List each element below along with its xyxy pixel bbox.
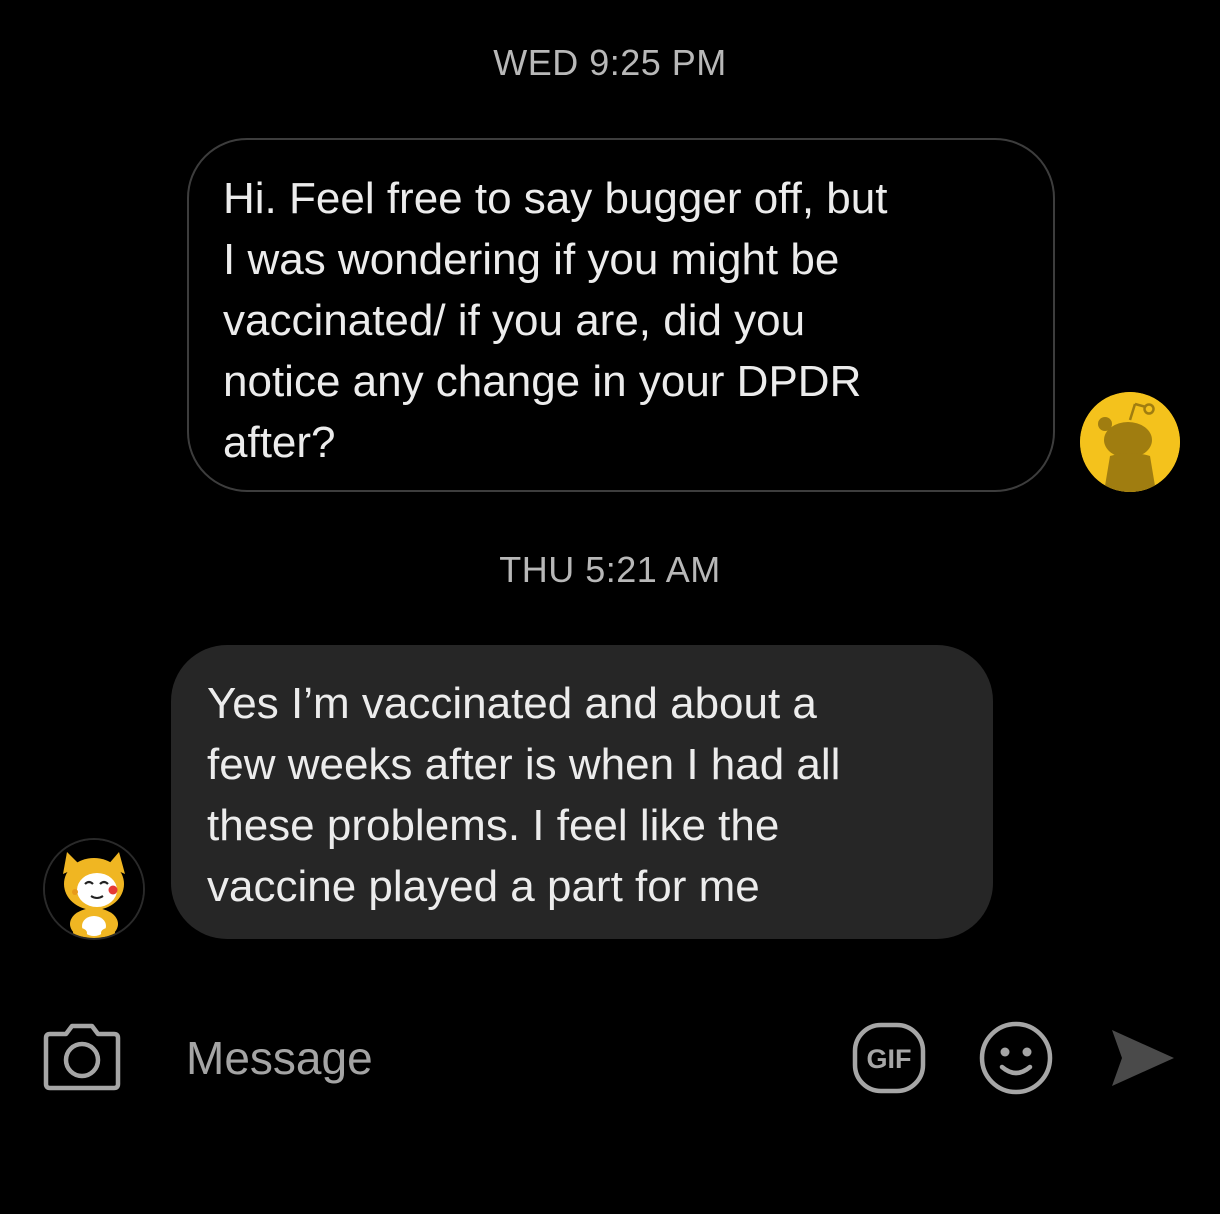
gif-button[interactable]: GIF	[852, 1022, 926, 1094]
send-icon	[1112, 1030, 1174, 1086]
message-composer: GIF	[0, 1000, 1220, 1120]
shiba-avatar-icon	[45, 840, 143, 938]
outgoing-message-bubble[interactable]: Hi. Feel free to say bugger off, but I w…	[187, 138, 1055, 492]
send-button[interactable]	[1108, 1026, 1176, 1090]
emoji-button[interactable]	[978, 1020, 1054, 1096]
camera-button[interactable]	[42, 1020, 122, 1092]
svg-text:GIF: GIF	[867, 1044, 912, 1074]
sender-avatar[interactable]	[43, 838, 145, 940]
emoji-icon	[979, 1021, 1053, 1095]
message-input[interactable]	[186, 1028, 826, 1088]
camera-icon	[43, 1023, 121, 1091]
message-timestamp: WED 9:25 PM	[493, 42, 727, 83]
gif-icon: GIF	[852, 1022, 926, 1094]
incoming-message-bubble[interactable]: Yes I’m vaccinated and about a few weeks…	[171, 645, 993, 939]
snoo-avatar-icon	[1080, 392, 1180, 492]
message-timestamp: THU 5:21 AM	[499, 549, 721, 590]
self-avatar[interactable]	[1080, 392, 1180, 492]
